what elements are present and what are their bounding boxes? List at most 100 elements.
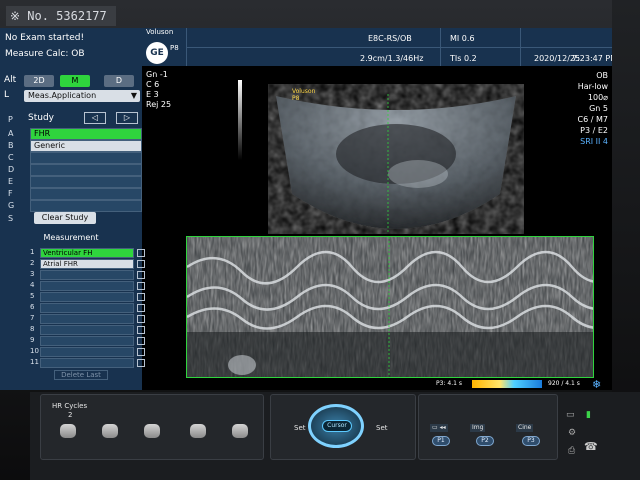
study-row-letter: C [8, 153, 14, 162]
cine-label: Cine [516, 424, 534, 432]
study-row-letter: E [8, 177, 14, 186]
preset-label: E8C-RS/OB [368, 34, 412, 43]
measurement-row-number: 4 [30, 281, 35, 289]
study-row-letter: A [8, 129, 14, 138]
hr-cycles-value: 2 [68, 411, 73, 419]
study-row[interactable]: FHR [30, 128, 142, 140]
image-param: Rej 25 [146, 100, 172, 109]
model-label: P8 [170, 44, 179, 52]
alt-label: Alt [4, 75, 17, 85]
image-param: C 6 [146, 80, 160, 89]
measurement-row[interactable] [40, 281, 134, 291]
delete-last-button[interactable]: Delete Last [54, 370, 108, 380]
study-next-button[interactable]: ▷ [116, 112, 138, 124]
clear-study-button[interactable]: Clear Study [34, 212, 96, 224]
study-row[interactable]: Generic [30, 140, 142, 152]
study-row[interactable] [30, 188, 142, 200]
measurement-row[interactable] [40, 270, 134, 280]
image-param: P3 / E2 [580, 126, 608, 135]
measurement-row-number: 6 [30, 303, 35, 311]
study-row[interactable] [30, 164, 142, 176]
cursor-button[interactable]: Cursor [322, 420, 352, 432]
hr-cycles-text: HR Cycles [52, 402, 88, 410]
measurement-checkbox[interactable] [137, 359, 145, 367]
phone-icon[interactable]: ☎ [584, 440, 598, 453]
measurement-checkbox[interactable] [137, 293, 145, 301]
p1-button[interactable]: P1 [432, 436, 450, 446]
sector-model-text: P8 [292, 95, 300, 102]
study-row-letter: D [8, 165, 15, 174]
measurement-row-number: 11 [30, 358, 39, 366]
knob-3[interactable] [144, 424, 160, 438]
knob-4[interactable] [190, 424, 206, 438]
measurement-checkbox[interactable] [137, 260, 145, 268]
measurement-checkbox[interactable] [137, 315, 145, 323]
image-param: OB [596, 71, 608, 80]
printer-icon[interactable]: ⎙ [568, 446, 575, 456]
mode-2d-button[interactable]: 2D [24, 75, 54, 87]
ge-logo-icon: GE [146, 42, 168, 64]
measurement-row-number: 5 [30, 292, 35, 300]
meas-application-label: Meas.Application [28, 91, 97, 100]
l-label: L [4, 90, 10, 100]
mode-d-button[interactable]: D [104, 75, 134, 87]
measurement-checkbox[interactable] [137, 249, 145, 257]
image-params-right: OB Har-low 100⌀ Gn 5 C6 / M7 P3 / E2 SRI II 4 [578, 70, 608, 147]
sector-logo-text: Voluson [292, 88, 316, 95]
meas-application-select[interactable]: Meas.Application ▼ [24, 90, 140, 102]
study-row-letter: B [8, 141, 14, 150]
mmode-trace [186, 236, 594, 378]
p3-button[interactable]: P3 [522, 436, 540, 446]
measurement-checkbox[interactable] [137, 348, 145, 356]
measurement-checkbox[interactable] [137, 326, 145, 334]
measurement-checkbox[interactable] [137, 282, 145, 290]
measurement-checkbox[interactable] [137, 271, 145, 279]
depth-freq: 2.9cm/1.3/46Hz [360, 54, 424, 63]
measurement-row[interactable] [40, 303, 134, 313]
measurement-row[interactable] [40, 336, 134, 346]
sector-logo: Voluson P8 [292, 88, 315, 102]
image-param: Gn -1 [146, 70, 168, 79]
measurement-row[interactable]: Ventricular FH [40, 248, 134, 258]
exam-status: No Exam started! [5, 33, 85, 43]
image-param: Gn 5 [589, 104, 608, 113]
measurement-row[interactable]: Atrial FHR [40, 259, 134, 269]
set-left-button[interactable]: Set [294, 424, 306, 432]
measurement-title: Measurement [43, 233, 99, 242]
battery-icon: ▮ [586, 410, 591, 420]
set-right-button[interactable]: Set [376, 424, 388, 432]
measurement-row-number: 7 [30, 314, 35, 322]
divider [186, 47, 612, 48]
measure-calc: Measure Calc: OB [5, 49, 85, 59]
measurement-row[interactable] [40, 347, 134, 357]
ultrasound-screen: No Exam started! Measure Calc: OB Alt 2D… [0, 28, 612, 390]
monitor-icon: ▭ [566, 410, 575, 420]
p2-button[interactable]: P2 [476, 436, 494, 446]
img-label: Img [470, 424, 486, 432]
image-param: Har-low [577, 82, 608, 91]
gear-icon[interactable]: ⚙ [568, 428, 576, 438]
image-param: 100⌀ [587, 93, 608, 102]
measurement-row-number: 1 [30, 248, 35, 256]
measurement-row[interactable] [40, 358, 134, 368]
knob-1[interactable] [60, 424, 76, 438]
hr-cycles-label: HR Cycles 2 [52, 402, 87, 420]
knob-5[interactable] [232, 424, 248, 438]
measurement-row-number: 3 [30, 270, 35, 278]
measurement-row[interactable] [40, 314, 134, 324]
bmode-sector-image [276, 94, 516, 232]
mode-m-button[interactable]: M [60, 75, 90, 87]
measurement-row[interactable] [40, 292, 134, 302]
asset-sticker: ※ No. 5362177 [6, 6, 116, 26]
study-row[interactable] [30, 176, 142, 188]
measurement-row-number: 9 [30, 336, 35, 344]
study-row[interactable] [30, 152, 142, 164]
study-prev-button[interactable]: ◁ [84, 112, 106, 124]
measurement-checkbox[interactable] [137, 337, 145, 345]
study-row[interactable] [30, 200, 142, 212]
measurement-checkbox[interactable] [137, 304, 145, 312]
measurement-row-number: 10 [30, 347, 39, 355]
tis-value: TIs 0.2 [450, 54, 477, 63]
measurement-row[interactable] [40, 325, 134, 335]
knob-2[interactable] [102, 424, 118, 438]
